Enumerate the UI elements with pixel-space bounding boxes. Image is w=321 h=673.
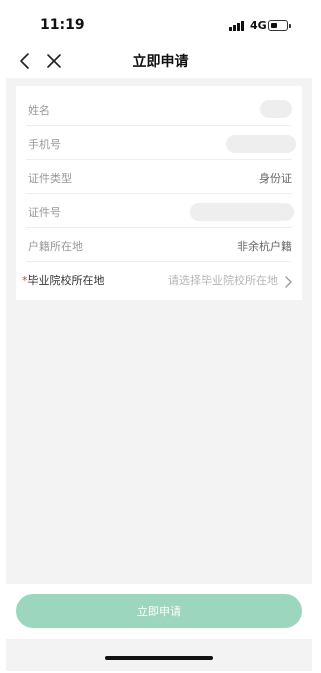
graduation-location-label: 毕业院校所在地	[27, 274, 105, 287]
row-label: 手机号	[28, 138, 61, 151]
chevron-right-icon	[284, 273, 292, 288]
form-row-household[interactable]: 户籍所在地 非余杭户籍	[16, 228, 302, 262]
form-row-name[interactable]: 姓名	[16, 92, 302, 126]
row-label: 户籍所在地	[28, 240, 83, 253]
page-title: 立即申请	[132, 54, 189, 70]
submit-button[interactable]: 立即申请	[16, 594, 302, 628]
network-label: 4G	[250, 19, 267, 32]
phone-value-redacted	[226, 135, 296, 153]
nav-bar: 立即申请	[0, 46, 321, 76]
battery-icon	[268, 20, 288, 31]
form-row-id-type[interactable]: 证件类型 身份证	[16, 160, 302, 194]
name-value-redacted	[260, 100, 292, 118]
graduation-location-placeholder[interactable]: 请选择毕业院校所在地	[168, 272, 278, 288]
form-row-id-number[interactable]: 证件号	[16, 194, 302, 228]
signal-icon	[229, 21, 245, 31]
row-label: 证件号	[28, 206, 61, 219]
status-bar: 11:19 4G	[0, 0, 321, 46]
row-label: 姓名	[28, 104, 50, 117]
battery-tip	[289, 24, 291, 28]
status-time: 11:19	[40, 17, 85, 33]
bottom-strip	[6, 639, 312, 671]
row-label: 证件类型	[28, 172, 72, 185]
id-number-value-redacted	[190, 203, 294, 221]
id-type-value: 身份证	[259, 172, 292, 185]
form-row-graduation-location[interactable]: *毕业院校所在地 请选择毕业院校所在地	[16, 262, 302, 296]
form-card: 姓名 手机号 证件类型 身份证 证件号 户籍所在地 非余杭户籍 *毕业院校所在地	[16, 86, 302, 300]
form-row-phone[interactable]: 手机号	[16, 126, 302, 160]
row-label: *毕业院校所在地	[22, 272, 105, 288]
home-indicator	[105, 656, 213, 660]
main-area: 姓名 手机号 证件类型 身份证 证件号 户籍所在地 非余杭户籍 *毕业院校所在地	[6, 78, 312, 584]
household-value: 非余杭户籍	[237, 240, 292, 253]
